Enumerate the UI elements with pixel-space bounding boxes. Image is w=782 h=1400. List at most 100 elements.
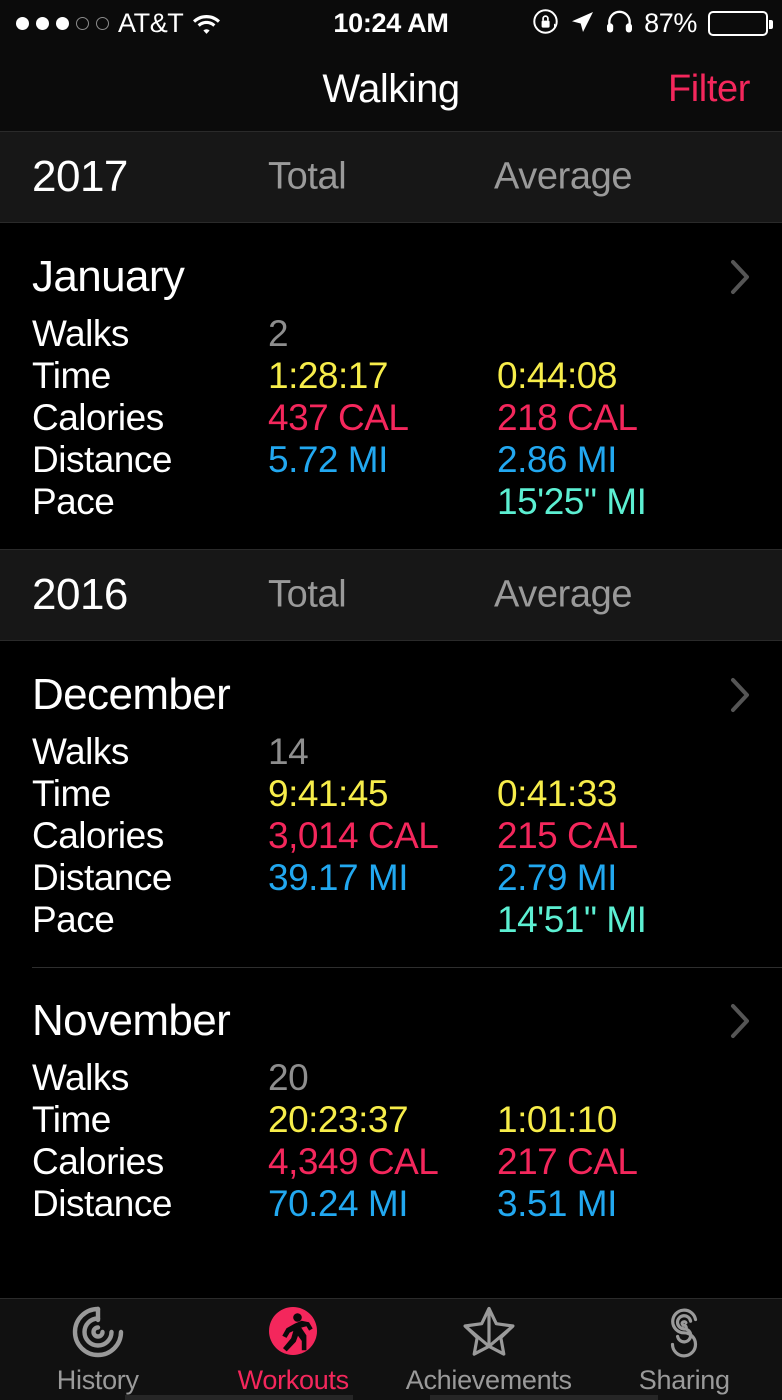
stat-average-value: 14'51" MI	[497, 899, 646, 941]
month-block-january[interactable]: January Walks 2 Time 1:28:17 0:44:08	[0, 223, 782, 549]
stat-average-value: 2.86 MI	[497, 439, 617, 481]
spacer	[0, 941, 782, 967]
stat-row-walks: Walks 14	[0, 731, 782, 773]
stat-label: Distance	[32, 857, 172, 899]
filter-button[interactable]: Filter	[668, 68, 750, 111]
rotation-lock-icon	[532, 8, 559, 40]
stat-average-value: 0:41:33	[497, 773, 617, 815]
stat-label: Pace	[32, 899, 114, 941]
battery-percent-label: 87%	[644, 8, 697, 39]
tab-label: Achievements	[406, 1365, 572, 1396]
stat-total-value: 2	[268, 313, 288, 355]
stat-total-value: 20:23:37	[268, 1099, 408, 1141]
tab-sharing[interactable]: Sharing	[587, 1299, 782, 1400]
stat-total-value: 9:41:45	[268, 773, 388, 815]
home-indicator	[0, 1395, 782, 1400]
column-header-average: Average	[494, 574, 632, 617]
stat-total-value: 4,349 CAL	[268, 1141, 438, 1183]
spiral-icon	[69, 1303, 127, 1361]
spacer	[0, 523, 782, 549]
headphones-icon	[606, 9, 633, 39]
stat-label: Time	[32, 1099, 111, 1141]
month-header[interactable]: December	[0, 659, 782, 731]
stat-average-value: 2.79 MI	[497, 857, 617, 899]
stat-label: Time	[32, 355, 111, 397]
stat-row-pace: Pace 14'51" MI	[0, 899, 782, 941]
workout-list[interactable]: 2017 Total Average January Walks 2	[0, 131, 782, 1298]
stat-row-walks: Walks 20	[0, 1057, 782, 1099]
year-header-2016: 2016 Total Average	[0, 549, 782, 641]
stat-row-calories: Calories 3,014 CAL 215 CAL	[0, 815, 782, 857]
stat-row-walks: Walks 2	[0, 313, 782, 355]
stat-total-value: 70.24 MI	[268, 1183, 408, 1225]
stat-label: Pace	[32, 481, 114, 523]
stat-average-value: 0:44:08	[497, 355, 617, 397]
stat-row-time: Time 1:28:17 0:44:08	[0, 355, 782, 397]
stat-row-time: Time 9:41:45 0:41:33	[0, 773, 782, 815]
year-header-2017: 2017 Total Average	[0, 131, 782, 223]
stat-average-value: 218 CAL	[497, 397, 638, 439]
stat-row-time: Time 20:23:37 1:01:10	[0, 1099, 782, 1141]
tab-label: Sharing	[639, 1365, 730, 1396]
stat-label: Walks	[32, 731, 129, 773]
stat-total-value: 20	[268, 1057, 308, 1099]
status-bar-right: 87%	[532, 8, 768, 40]
stat-label: Time	[32, 773, 111, 815]
stat-total-value: 3,014 CAL	[268, 815, 438, 857]
tab-label: History	[57, 1365, 139, 1396]
stat-total-value: 5.72 MI	[268, 439, 388, 481]
stat-average-value: 3.51 MI	[497, 1183, 617, 1225]
month-stats: Walks 2 Time 1:28:17 0:44:08 Calories 43…	[0, 313, 782, 523]
month-name-label: December	[32, 670, 230, 720]
stat-total-value: 14	[268, 731, 308, 773]
stat-row-calories: Calories 4,349 CAL 217 CAL	[0, 1141, 782, 1183]
stat-average-value: 1:01:10	[497, 1099, 617, 1141]
stat-row-distance: Distance 70.24 MI 3.51 MI	[0, 1183, 782, 1225]
stat-label: Distance	[32, 439, 172, 481]
stat-label: Walks	[32, 1057, 129, 1099]
stat-row-distance: Distance 39.17 MI 2.79 MI	[0, 857, 782, 899]
column-header-average: Average	[494, 156, 632, 199]
month-block-december[interactable]: December Walks 14 Time 9:41:45 0:41:33	[0, 641, 782, 967]
month-name-label: November	[32, 996, 230, 1046]
battery-full-icon	[708, 11, 768, 36]
stat-row-distance: Distance 5.72 MI 2.86 MI	[0, 439, 782, 481]
stat-label: Calories	[32, 815, 164, 857]
chevron-right-icon[interactable]	[730, 677, 752, 713]
stat-total-value: 1:28:17	[268, 355, 388, 397]
runner-icon	[264, 1303, 322, 1361]
star-icon	[460, 1303, 518, 1361]
stat-average-value: 15'25" MI	[497, 481, 646, 523]
chevron-right-icon[interactable]	[730, 259, 752, 295]
year-label: 2016	[32, 570, 128, 620]
stat-average-value: 217 CAL	[497, 1141, 638, 1183]
sharing-s-icon	[655, 1303, 713, 1361]
stat-label: Walks	[32, 313, 129, 355]
month-block-november[interactable]: November Walks 20 Time 20:23:37 1:01:10	[0, 967, 782, 1225]
tab-achievements[interactable]: Achievements	[391, 1299, 587, 1400]
stat-row-calories: Calories 437 CAL 218 CAL	[0, 397, 782, 439]
month-name-label: January	[32, 252, 184, 302]
column-header-total: Total	[268, 156, 346, 199]
stat-total-value: 39.17 MI	[268, 857, 408, 899]
month-stats: Walks 14 Time 9:41:45 0:41:33 Calories 3…	[0, 731, 782, 941]
location-arrow-icon	[570, 9, 595, 39]
chevron-right-icon[interactable]	[730, 1003, 752, 1039]
stat-label: Distance	[32, 1183, 172, 1225]
status-bar: AT&T 10:24 AM	[0, 0, 782, 47]
stat-label: Calories	[32, 1141, 164, 1183]
stat-average-value: 215 CAL	[497, 815, 638, 857]
stat-label: Calories	[32, 397, 164, 439]
month-header[interactable]: January	[0, 241, 782, 313]
tab-label: Workouts	[238, 1365, 349, 1396]
year-label: 2017	[32, 152, 128, 202]
tab-workouts[interactable]: Workouts	[196, 1299, 392, 1400]
nav-bar: Walking Filter	[0, 47, 782, 131]
tab-history[interactable]: History	[0, 1299, 196, 1400]
page-title: Walking	[322, 67, 459, 112]
stat-row-pace: Pace 15'25" MI	[0, 481, 782, 523]
column-header-total: Total	[268, 574, 346, 617]
month-header[interactable]: November	[0, 985, 782, 1057]
app-screen: AT&T 10:24 AM	[0, 0, 782, 1400]
month-stats: Walks 20 Time 20:23:37 1:01:10 Calories …	[0, 1057, 782, 1225]
